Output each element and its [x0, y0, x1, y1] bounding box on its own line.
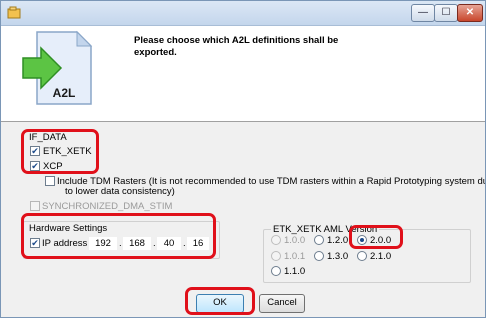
ip-octet-4[interactable]: 16 — [187, 237, 209, 250]
aml-option-label: 1.1.0 — [284, 266, 306, 277]
ip-address-label: IP address — [42, 238, 88, 249]
title-bar: — ☐ ✕ — [1, 1, 485, 26]
app-icon — [7, 6, 21, 19]
close-button[interactable]: ✕ — [457, 4, 483, 22]
close-icon: ✕ — [465, 7, 475, 18]
maximize-icon: ☐ — [441, 7, 451, 18]
tdm-rasters-label-line2: to lower data consistency) — [65, 186, 175, 197]
xcp-checkbox[interactable]: ✔ — [30, 161, 40, 171]
ip-dot: . — [153, 238, 156, 249]
header-message: Please choose which A2L definitions shal… — [134, 35, 339, 58]
aml-version-label: ETK_XETK AML Version — [271, 224, 380, 235]
aml-option-label: 1.0.1 — [284, 251, 306, 262]
minimize-button[interactable]: — — [411, 4, 435, 22]
aml-option-label: 2.1.0 — [370, 251, 392, 262]
aml-radio-2-1-0[interactable] — [357, 251, 367, 261]
aml-option-label: 1.2.0 — [327, 235, 349, 246]
aml-radio-1-1-0[interactable] — [271, 266, 281, 276]
hardware-settings-label: Hardware Settings — [29, 223, 108, 234]
a2l-icon-label: A2L — [53, 86, 76, 100]
cancel-button[interactable]: Cancel — [259, 294, 305, 313]
aml-radio-1-3-0[interactable] — [314, 251, 324, 261]
aml-radio-1-2-0[interactable] — [314, 235, 324, 245]
aml-option-label: 1.0.0 — [284, 235, 306, 246]
aml-radio-1-0-0[interactable] — [271, 235, 281, 245]
sync-dma-stim-label: SYNCHRONIZED_DMA_STIM — [42, 201, 173, 212]
header-separator — [1, 121, 485, 122]
header-panel: A2L Please choose which A2L definitions … — [1, 26, 485, 121]
export-a2l-dialog: — ☐ ✕ A2L Please choose which A2L defini… — [0, 0, 486, 318]
ok-button[interactable]: OK — [196, 294, 244, 313]
a2l-file-icon: A2L — [22, 30, 93, 105]
if-data-label: IF_DATA — [29, 132, 67, 143]
ip-dot: . — [183, 238, 186, 249]
tdm-rasters-checkbox[interactable] — [45, 176, 55, 186]
maximize-button[interactable]: ☐ — [434, 4, 458, 22]
sync-dma-stim-checkbox[interactable] — [30, 201, 40, 211]
etk-xetk-checkbox[interactable]: ✔ — [30, 146, 40, 156]
ip-octet-3[interactable]: 40 — [157, 237, 181, 250]
ip-dot: . — [119, 238, 122, 249]
aml-option-label: 2.0.0 — [370, 235, 392, 246]
aml-radio-1-0-1[interactable] — [271, 251, 281, 261]
ip-octet-2[interactable]: 168 — [123, 237, 151, 250]
aml-option-label: 1.3.0 — [327, 251, 349, 262]
xcp-label: XCP — [43, 161, 63, 172]
aml-radio-2-0-0[interactable] — [357, 235, 367, 245]
minimize-icon: — — [418, 7, 428, 18]
ip-octet-1[interactable]: 192 — [89, 237, 117, 250]
ip-address-checkbox[interactable]: ✔ — [30, 238, 40, 248]
etk-xetk-label: ETK_XETK — [43, 146, 92, 157]
